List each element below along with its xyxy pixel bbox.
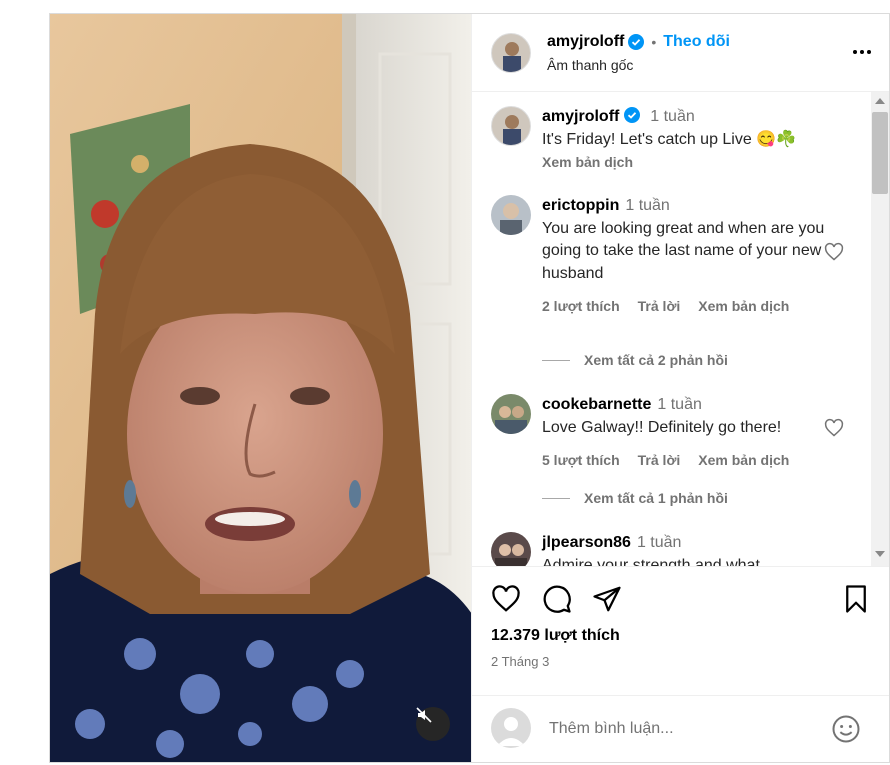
bookmark-icon[interactable] xyxy=(841,584,871,614)
heart-icon[interactable] xyxy=(824,418,844,438)
comment-text: Admire your strength and what xyxy=(542,556,760,567)
username-link[interactable]: jlpearson86 xyxy=(542,534,631,551)
scroll-up-arrow-icon[interactable] xyxy=(875,98,885,104)
post-date[interactable]: 2 Tháng 3 xyxy=(491,654,549,669)
heart-icon[interactable] xyxy=(824,242,844,262)
timestamp: 1 tuần xyxy=(625,197,670,214)
timestamp: 1 tuần xyxy=(650,108,695,125)
likes-count[interactable]: 5 lượt thích xyxy=(542,449,620,472)
more-options-icon[interactable] xyxy=(853,50,871,54)
timestamp: 1 tuần xyxy=(657,396,702,413)
view-replies-button[interactable]: Xem tất cả 1 phản hồi xyxy=(542,490,728,506)
share-icon[interactable] xyxy=(592,584,622,614)
comment-composer xyxy=(472,695,889,764)
action-bar: 12.379 lượt thích 2 Tháng 3 xyxy=(472,566,889,695)
video-frame xyxy=(50,14,471,762)
scroll-down-arrow-icon[interactable] xyxy=(875,551,885,557)
avatar xyxy=(491,708,531,748)
avatar[interactable] xyxy=(491,394,531,434)
reply-button[interactable]: Trả lời xyxy=(638,449,681,472)
smiley-icon[interactable] xyxy=(831,714,861,744)
see-translation-link[interactable]: Xem bản dịch xyxy=(698,449,789,472)
verified-icon xyxy=(628,34,645,50)
see-translation-link[interactable]: Xem bản dịch xyxy=(698,295,789,318)
see-translation-link[interactable]: Xem bản dịch xyxy=(542,151,832,174)
comment-text: You are looking great and when are you g… xyxy=(542,219,825,282)
view-replies-button[interactable]: Xem tất cả 2 phản hồi xyxy=(542,352,728,368)
comment-input[interactable] xyxy=(547,715,811,743)
avatar[interactable] xyxy=(491,106,531,146)
mute-button[interactable] xyxy=(416,707,450,741)
avatar[interactable] xyxy=(491,33,531,73)
likes-count[interactable]: 2 lượt thích xyxy=(542,295,620,318)
timestamp: 1 tuần xyxy=(636,534,682,551)
scrollbar-thumb[interactable] xyxy=(872,112,888,194)
view-replies-label: Xem tất cả 1 phản hồi xyxy=(584,490,728,506)
view-replies-label: Xem tất cả 2 phản hồi xyxy=(584,352,728,368)
follow-button[interactable]: Theo dõi xyxy=(663,33,730,51)
instagram-post: amyjroloff • Theo dõi Âm thanh gốc amyjr… xyxy=(49,13,890,763)
post-details-panel: amyjroloff • Theo dõi Âm thanh gốc amyjr… xyxy=(471,14,889,762)
likes-count[interactable]: 12.379 lượt thích xyxy=(491,627,620,645)
username-link[interactable]: cookebarnette xyxy=(542,396,651,413)
comments-list: amyjroloff 1 tuần It's Friday! Let's cat… xyxy=(472,92,889,566)
verified-icon xyxy=(623,107,640,123)
avatar[interactable] xyxy=(491,532,531,566)
avatar[interactable] xyxy=(491,195,531,235)
original-audio-link[interactable]: Âm thanh gốc xyxy=(547,57,633,73)
post-header: amyjroloff • Theo dõi Âm thanh gốc xyxy=(472,14,889,92)
comment-text: Love Galway!! Definitely go there! xyxy=(542,418,782,436)
video-player[interactable] xyxy=(50,14,471,762)
reply-button[interactable]: Trả lời xyxy=(638,295,681,318)
username-link[interactable]: erictoppin xyxy=(542,197,619,214)
separator-dot: • xyxy=(651,34,657,50)
username-link[interactable]: amyjroloff xyxy=(547,33,624,51)
heart-icon[interactable] xyxy=(491,584,521,614)
comment-icon[interactable] xyxy=(542,584,572,614)
caption-text: It's Friday! Let's catch up Live 😋☘️ xyxy=(542,130,797,148)
username-link[interactable]: amyjroloff xyxy=(542,108,619,125)
